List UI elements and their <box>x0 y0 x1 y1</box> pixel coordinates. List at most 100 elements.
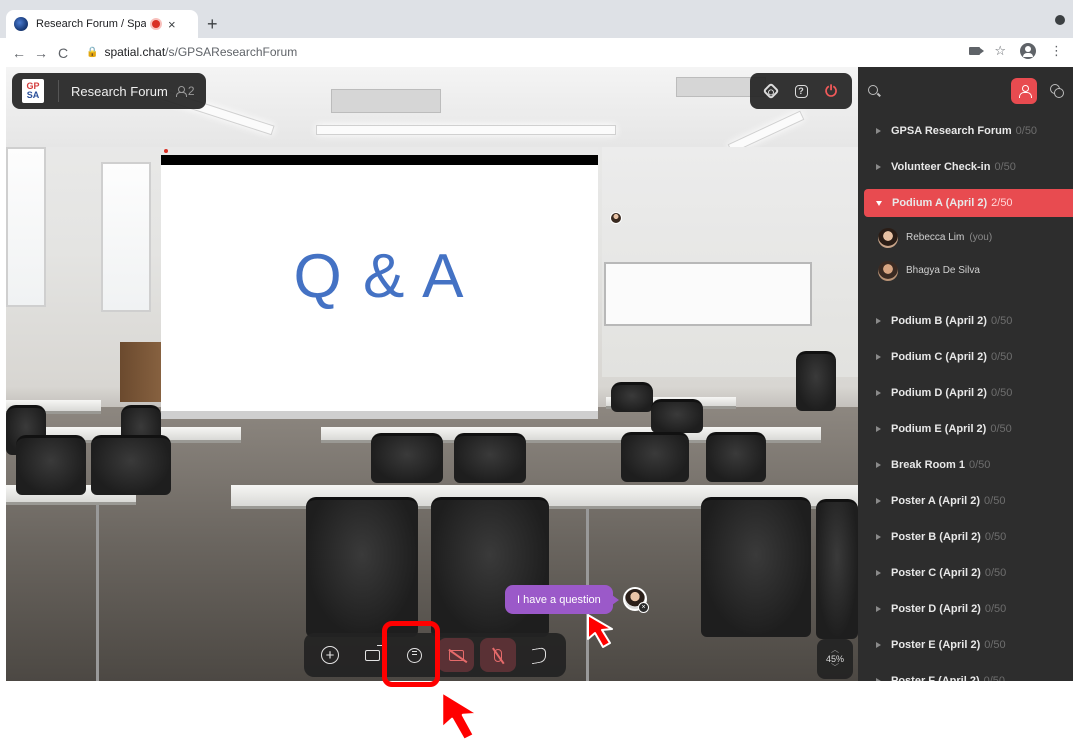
chair <box>431 497 549 637</box>
chevron-right-icon <box>876 426 881 432</box>
room-occupancy: 0/50 <box>990 423 1012 435</box>
reload-button[interactable]: C <box>52 45 74 61</box>
room-item[interactable]: Poster A (April 2) 0/50 <box>858 483 1073 519</box>
annotation-arrow-icon <box>587 614 613 648</box>
member-name: Bhagya De Silva <box>906 265 980 276</box>
chair <box>706 432 766 482</box>
room-name: Volunteer Check-in <box>891 161 991 173</box>
tab-title: Research Forum / SpatialCl <box>36 18 146 30</box>
settings-button[interactable] <box>762 82 780 100</box>
chevron-right-icon <box>876 318 881 324</box>
divider <box>58 80 59 102</box>
screen-share-statusbar <box>161 411 598 419</box>
room-item[interactable]: Podium D (April 2) 0/50 <box>858 375 1073 411</box>
zoom-control[interactable]: ︿ 45% ﹀ <box>817 639 853 679</box>
mic-toggle-button[interactable] <box>480 638 516 672</box>
participant-count-value: 2 <box>187 84 195 98</box>
person-icon <box>1018 85 1032 98</box>
room-item[interactable]: Poster E (April 2) 0/50 <box>858 627 1073 663</box>
browser-tab[interactable]: Research Forum / SpatialCl × <box>6 10 198 38</box>
tab-search-icon[interactable] <box>1055 15 1065 25</box>
browser-menu-icon[interactable]: ⋮ <box>1050 43 1063 59</box>
forward-button[interactable]: → <box>30 45 52 61</box>
tab-strip: Research Forum / SpatialCl × + <box>0 0 1073 38</box>
room-occupancy: 0/50 <box>984 639 1006 651</box>
url-path: /s/GPSAResearchForum <box>165 45 298 59</box>
people-tab-button[interactable] <box>1011 78 1037 104</box>
logo-text-bottom: SA <box>26 90 40 100</box>
remote-user-avatar[interactable] <box>610 212 622 224</box>
chair <box>306 497 418 637</box>
tab-close-icon[interactable]: × <box>168 17 176 32</box>
room-item[interactable]: Poster F (April 2) 0/50 <box>858 663 1073 681</box>
room-name: GPSA Research Forum <box>891 125 1012 137</box>
help-button[interactable]: ? <box>792 82 810 100</box>
room-item[interactable]: Poster C (April 2) 0/50 <box>858 555 1073 591</box>
room-item[interactable]: Podium B (April 2) 0/50 <box>858 303 1073 339</box>
zoom-in-icon[interactable]: ︿ <box>831 646 839 654</box>
room-occupancy: 0/50 <box>994 161 1016 173</box>
camera-in-use-icon[interactable] <box>969 47 985 55</box>
room-item[interactable]: Poster B (April 2) 0/50 <box>858 519 1073 555</box>
toolbar-actions: ☆ ⋮ <box>969 43 1063 59</box>
space-name: Research Forum <box>71 83 168 99</box>
room-name: Poster F (April 2) <box>891 675 980 681</box>
room-item[interactable]: Break Room 1 0/50 <box>858 447 1073 483</box>
room-item[interactable]: Podium E (April 2) 0/50 <box>858 411 1073 447</box>
plus-icon: + <box>321 646 339 664</box>
chevron-right-icon <box>876 642 881 648</box>
search-icon[interactable] <box>868 85 878 95</box>
avatar <box>878 260 898 281</box>
participant-count[interactable]: 2 <box>175 84 195 98</box>
chevron-right-icon <box>876 462 881 468</box>
room-item[interactable]: Volunteer Check-in 0/50 <box>858 149 1073 185</box>
recording-indicator-icon <box>152 20 160 28</box>
leave-button[interactable]: ⏻ <box>822 82 840 100</box>
screen-share[interactable]: Q & A <box>161 147 598 419</box>
member-item[interactable]: Rebecca Lim (you) <box>858 221 1073 254</box>
add-content-button[interactable]: + <box>312 638 348 672</box>
room-item[interactable]: GPSA Research Forum 0/50 <box>858 113 1073 149</box>
chair <box>816 499 858 639</box>
camera-toggle-button[interactable] <box>438 638 474 672</box>
chevron-right-icon <box>876 606 881 612</box>
chair <box>611 382 653 412</box>
annotation-highlight-box <box>382 621 440 687</box>
lock-icon[interactable]: 🔒 <box>86 47 98 58</box>
profile-icon[interactable] <box>1020 43 1036 59</box>
site-favicon-icon <box>14 17 28 31</box>
new-tab-button[interactable]: + <box>207 14 218 35</box>
room-occupancy: 0/50 <box>984 567 1007 579</box>
spatial-chat-app: Q & A GP SA Research Forum 2 ? ⏻ I have … <box>6 67 1073 681</box>
room-name: Poster A (April 2) <box>891 495 981 507</box>
whiteboard <box>604 262 812 326</box>
room-name: Podium B (April 2) <box>891 315 987 327</box>
help-icon: ? <box>794 84 808 98</box>
room-occupancy: 0/50 <box>968 459 991 471</box>
screen-share-titlebar <box>161 147 598 155</box>
chats-tab-icon[interactable] <box>1050 84 1064 98</box>
room-item[interactable]: Poster D (April 2) 0/50 <box>858 591 1073 627</box>
slide-title: Q & A <box>293 241 466 311</box>
room-occupancy: 0/50 <box>983 675 1006 681</box>
room-occupancy: 0/50 <box>984 531 1007 543</box>
zoom-out-icon[interactable]: ﹀ <box>831 664 839 672</box>
chair <box>796 351 836 411</box>
chevron-right-icon <box>876 128 881 134</box>
chair <box>91 435 171 495</box>
megaphone-button[interactable] <box>522 638 558 672</box>
space-controls: ? ⏻ <box>750 73 852 109</box>
room-item[interactable]: Podium C (April 2) 0/50 <box>858 339 1073 375</box>
room-occupancy: 0/50 <box>990 351 1013 363</box>
member-item[interactable]: Bhagya De Silva <box>858 254 1073 287</box>
table-leg <box>96 505 99 681</box>
back-button[interactable]: ← <box>8 45 30 61</box>
bookmark-star-icon[interactable]: ☆ <box>994 43 1006 59</box>
room-item-active[interactable]: Podium A (April 2) 2/50 <box>864 189 1073 217</box>
chat-bubble: I have a question <box>505 585 619 614</box>
address-bar[interactable]: 🔒 spatial.chat/s/GPSAResearchForum <box>86 41 1056 63</box>
power-icon: ⏻ <box>825 82 837 100</box>
chevron-right-icon <box>876 534 881 540</box>
you-tag: (you) <box>969 232 993 243</box>
